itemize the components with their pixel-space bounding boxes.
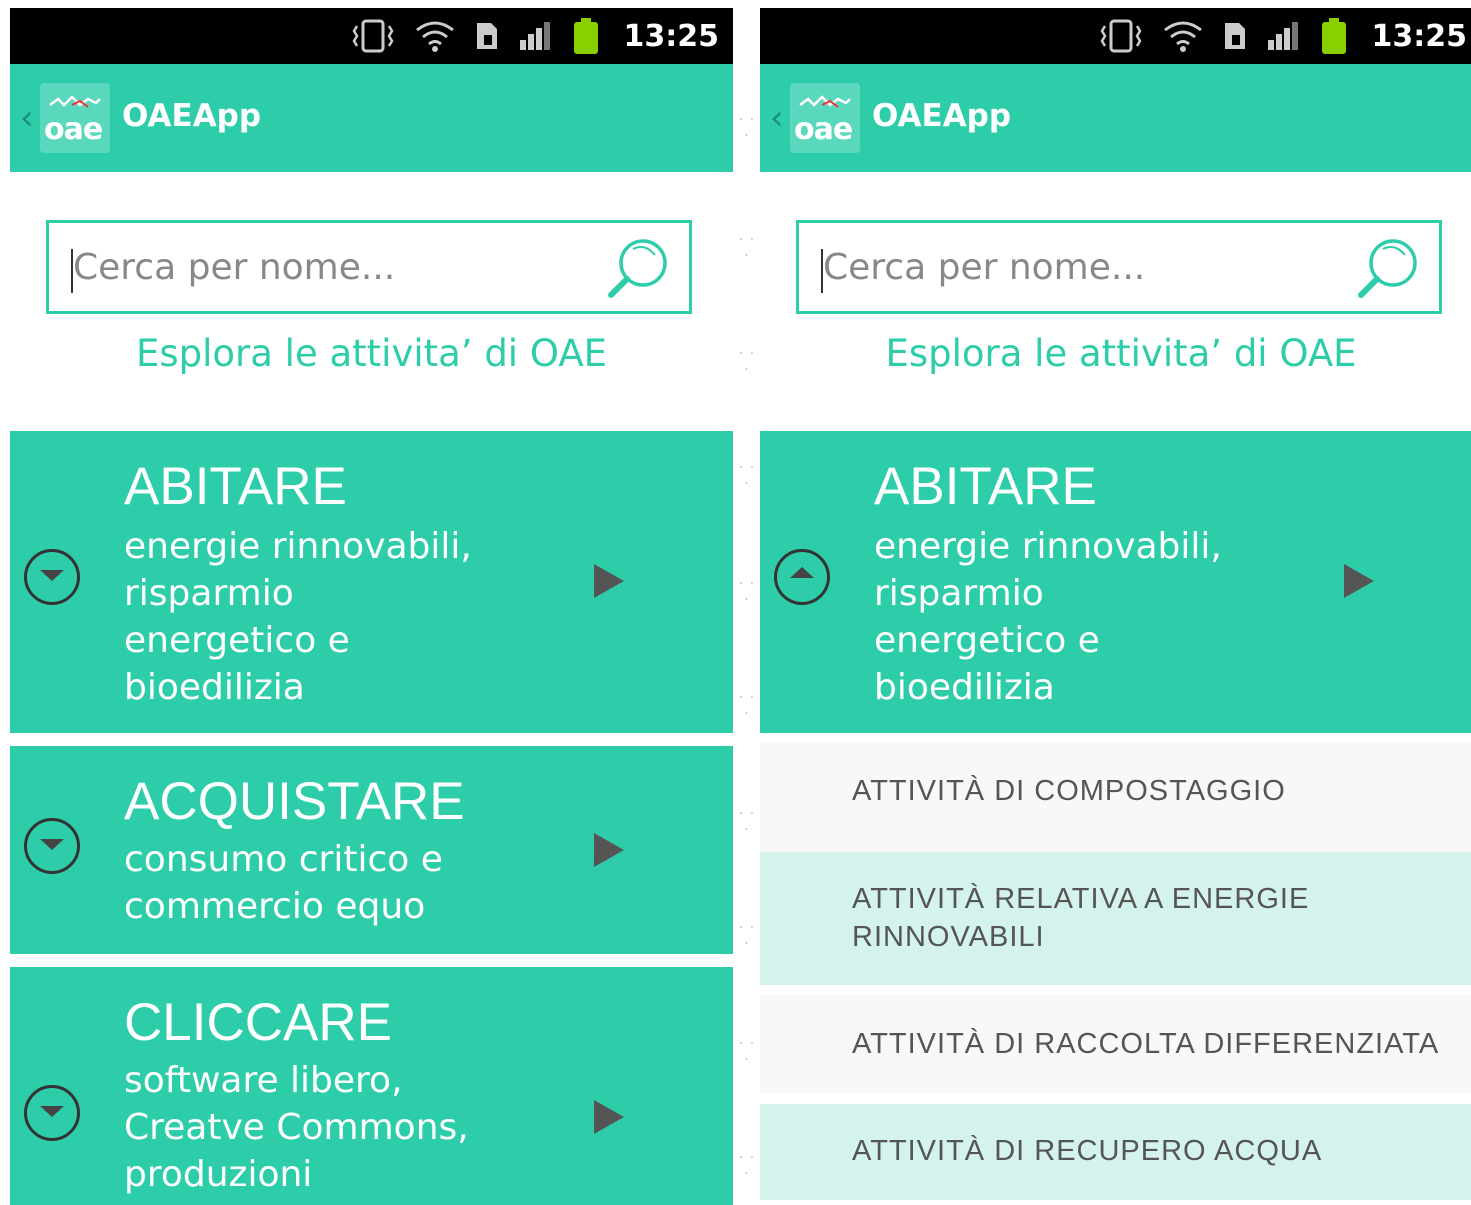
action-bar: ‹ oae OAEApp [760, 64, 1471, 172]
category-title: ABITARE [124, 457, 347, 516]
category-subtitle: software libero, Creatve Commons, produz… [124, 1060, 469, 1195]
expand-toggle-button[interactable] [24, 1085, 80, 1141]
separator-dots: · · · [738, 920, 756, 952]
clock: 13:25 [1371, 18, 1468, 54]
collapse-toggle-button[interactable] [774, 549, 830, 605]
signal-icon [519, 22, 550, 50]
category-subtitle: energie rinnovabili, risparmio energetic… [124, 526, 472, 708]
explore-heading: Esplora le attivita’ di OAE [135, 332, 608, 375]
separator-dots: · · · [738, 232, 756, 264]
chevron-down-icon [40, 1106, 64, 1117]
right-screen: 13:25 ‹ oae OAEApp Cerca per nome... Esp… [760, 0, 1471, 1205]
signal-icon [1267, 22, 1298, 50]
search-placeholder: Cerca per nome... [73, 247, 396, 288]
search-icon[interactable] [603, 237, 673, 303]
sim-icon [476, 23, 497, 49]
subcategory-item[interactable]: ATTIVITÀ DI COMPOSTAGGIO [760, 742, 1471, 852]
status-bar: 13:25 [10, 8, 733, 64]
play-arrow-icon[interactable] [594, 833, 624, 867]
subcategory-label: ATTIVITÀ DI COMPOSTAGGIO [852, 775, 1286, 807]
expand-toggle-button[interactable] [24, 818, 80, 874]
status-bar: 13:25 [760, 8, 1471, 64]
separator-dots: · · · [738, 112, 756, 144]
search-input[interactable]: Cerca per nome... [796, 220, 1442, 314]
app-title: OAEApp [872, 98, 1012, 134]
vibrate-icon [352, 19, 393, 53]
category-title: ABITARE [874, 457, 1097, 516]
app-logo[interactable]: oae [790, 83, 860, 153]
category-abitare-expanded[interactable]: ABITARE energie rinnovabili, risparmio e… [760, 431, 1471, 733]
separator-dots: · · · [738, 806, 756, 838]
logo-text: oae [44, 112, 103, 147]
search-icon[interactable] [1353, 237, 1423, 303]
wifi-icon [1163, 21, 1202, 52]
wave-icon [49, 95, 101, 108]
category-subtitle: consumo critico e commercio equo [124, 839, 443, 927]
wifi-icon [415, 21, 454, 52]
category-cliccare[interactable]: CLICCARE software libero, Creatve Common… [10, 967, 733, 1205]
separator-dots: · · · [738, 1036, 756, 1068]
search-placeholder: Cerca per nome... [823, 247, 1146, 288]
subcategory-item[interactable]: ATTIVITÀ RELATIVA A ENERGIE RINNOVABILI [760, 852, 1471, 985]
category-acquistare[interactable]: ACQUISTARE consumo critico e commercio e… [10, 746, 733, 954]
play-arrow-icon[interactable] [1344, 564, 1374, 598]
sim-icon [1224, 23, 1245, 49]
separator-dots: · · · [738, 346, 756, 378]
subcategory-item[interactable]: ATTIVITÀ DI RACCOLTA DIFFERENZIATA [760, 995, 1471, 1093]
app-logo[interactable]: oae [40, 83, 110, 153]
separator-dots: · · · [738, 690, 756, 722]
subcategory-label: ATTIVITÀ DI RECUPERO ACQUA [852, 1135, 1323, 1167]
expand-toggle-button[interactable] [24, 549, 80, 605]
search-input[interactable]: Cerca per nome... [46, 220, 692, 314]
category-abitare[interactable]: ABITARE energie rinnovabili, risparmio e… [10, 431, 733, 733]
category-title: ACQUISTARE [124, 772, 465, 831]
back-chevron-icon[interactable]: ‹ [770, 98, 784, 138]
subcategory-label: ATTIVITÀ RELATIVA A ENERGIE RINNOVABILI [852, 883, 1310, 953]
separator-dots: · · · [738, 1150, 756, 1182]
separator-dots: · · · [738, 460, 756, 492]
play-arrow-icon[interactable] [594, 1100, 624, 1134]
left-screen: 13:25 ‹ oae OAEApp Cerca per nome... Esp… [10, 0, 733, 1205]
play-arrow-icon[interactable] [594, 564, 624, 598]
wave-icon [799, 95, 851, 108]
battery-icon [573, 18, 598, 54]
separator-dots: · · · [738, 576, 756, 608]
app-title: OAEApp [122, 98, 262, 134]
subcategory-label: ATTIVITÀ DI RACCOLTA DIFFERENZIATA [852, 1028, 1440, 1060]
chevron-down-icon [40, 570, 64, 581]
category-subtitle: energie rinnovabili, risparmio energetic… [874, 526, 1222, 708]
chevron-down-icon [40, 839, 64, 850]
back-chevron-icon[interactable]: ‹ [20, 98, 34, 138]
category-title: CLICCARE [124, 993, 393, 1052]
subcategory-item[interactable]: ATTIVITÀ DI RECUPERO ACQUA [760, 1104, 1471, 1200]
clock: 13:25 [623, 18, 720, 54]
battery-icon [1321, 18, 1346, 54]
logo-text: oae [794, 112, 853, 147]
action-bar: ‹ oae OAEApp [10, 64, 733, 172]
vibrate-icon [1100, 19, 1141, 53]
chevron-up-icon [790, 567, 814, 578]
explore-heading: Esplora le attivita’ di OAE [885, 332, 1357, 375]
